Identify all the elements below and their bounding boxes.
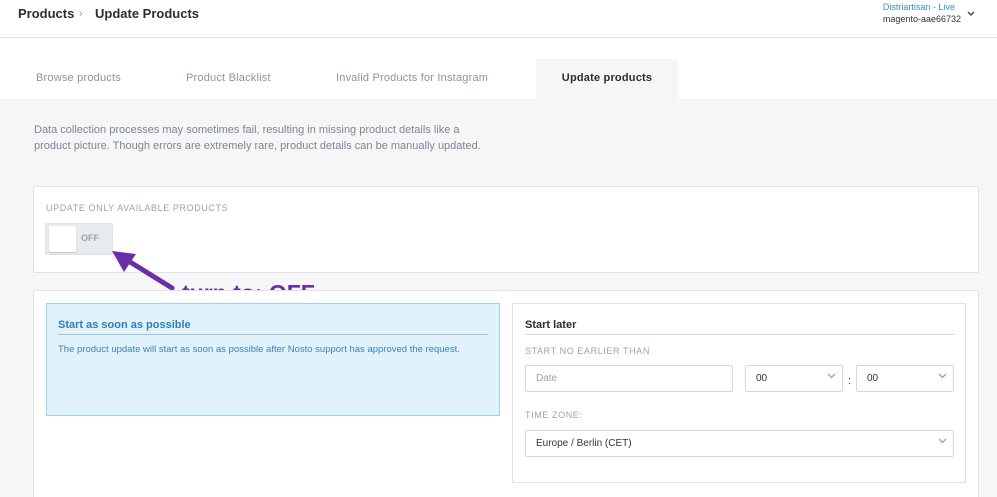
start-later-option[interactable]: Start later START NO EARLIER THAN Date 0… <box>512 303 966 483</box>
account-switcher[interactable]: Distriartisan - Live magento-aae66732 <box>883 2 979 25</box>
toggle-knob <box>49 226 76 252</box>
tab-browse-products[interactable]: Browse products <box>36 59 121 99</box>
divider <box>58 334 488 335</box>
start-asap-title: Start as soon as possible <box>58 319 191 331</box>
top-bar: Products › Update Products Distriartisan… <box>0 0 997 38</box>
chevron-down-icon <box>967 9 975 19</box>
chevron-down-icon <box>938 371 947 382</box>
timezone-select[interactable]: Europe / Berlin (CET) <box>525 430 954 457</box>
tab-product-blacklist[interactable]: Product Blacklist <box>186 59 271 99</box>
breadcrumb-products[interactable]: Products <box>18 6 74 21</box>
chevron-down-icon <box>827 371 836 382</box>
start-asap-description: The product update will start as soon as… <box>58 344 460 355</box>
arrow-icon <box>112 251 175 291</box>
minute-select[interactable]: 00 <box>856 365 954 392</box>
tab-invalid-products-instagram[interactable]: Invalid Products for Instagram <box>336 59 488 99</box>
account-name: Distriartisan - Live <box>882 2 955 12</box>
breadcrumb-current: Update Products <box>95 6 200 21</box>
account-id: magento-aae66732 <box>882 14 961 24</box>
minute-value: 00 <box>867 373 879 384</box>
intro-text: Data collection processes may sometimes … <box>34 124 481 152</box>
start-later-title: Start later <box>525 319 577 331</box>
tab-update-products[interactable]: Update products <box>536 59 678 99</box>
hour-value: 00 <box>756 373 768 384</box>
breadcrumb-separator: › <box>79 8 83 20</box>
tab-bar: Browse products Product Blacklist Invali… <box>0 39 997 99</box>
divider <box>525 334 955 335</box>
start-no-earlier-label: START NO EARLIER THAN <box>525 346 650 356</box>
chevron-down-icon <box>938 436 947 447</box>
update-available-toggle[interactable]: OFF <box>45 223 113 255</box>
toggle-state-text: OFF <box>81 233 99 243</box>
hour-select[interactable]: 00 <box>745 365 843 392</box>
update-available-label: UPDATE ONLY AVAILABLE PRODUCTS <box>46 203 229 213</box>
timezone-label: TIME ZONE: <box>525 410 583 420</box>
time-separator: : <box>848 375 852 387</box>
start-asap-option[interactable]: Start as soon as possible The product up… <box>46 303 500 416</box>
date-input[interactable]: Date <box>525 365 733 392</box>
timezone-value: Europe / Berlin (CET) <box>536 438 632 449</box>
